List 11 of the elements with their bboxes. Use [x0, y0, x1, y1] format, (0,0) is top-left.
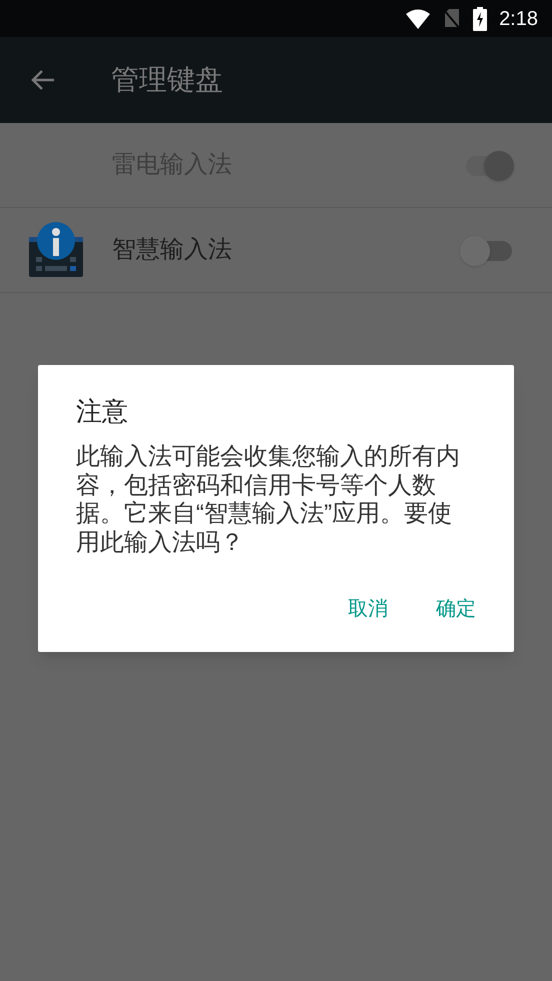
- screen-title: 管理键盘: [111, 63, 223, 97]
- keyboard-name: 智慧输入法: [112, 235, 232, 265]
- dialog-button[interactable]: 取消: [348, 594, 388, 624]
- dialog-title: 注意: [76, 395, 129, 428]
- dialog-message: 此输入法可能会收集您输入的所有内容，包括密码和信用卡号等个人数据。它来自“智慧输入法”应用。要使用此输入法吗？: [76, 443, 461, 557]
- no-sim-icon: [443, 8, 462, 30]
- wifi-icon: [405, 8, 432, 28]
- battery-charging-icon: [473, 6, 488, 30]
- toggle-switch[interactable]: [460, 237, 514, 265]
- dialog-button[interactable]: 确定: [436, 594, 476, 624]
- clock-time: 2:18: [499, 6, 538, 32]
